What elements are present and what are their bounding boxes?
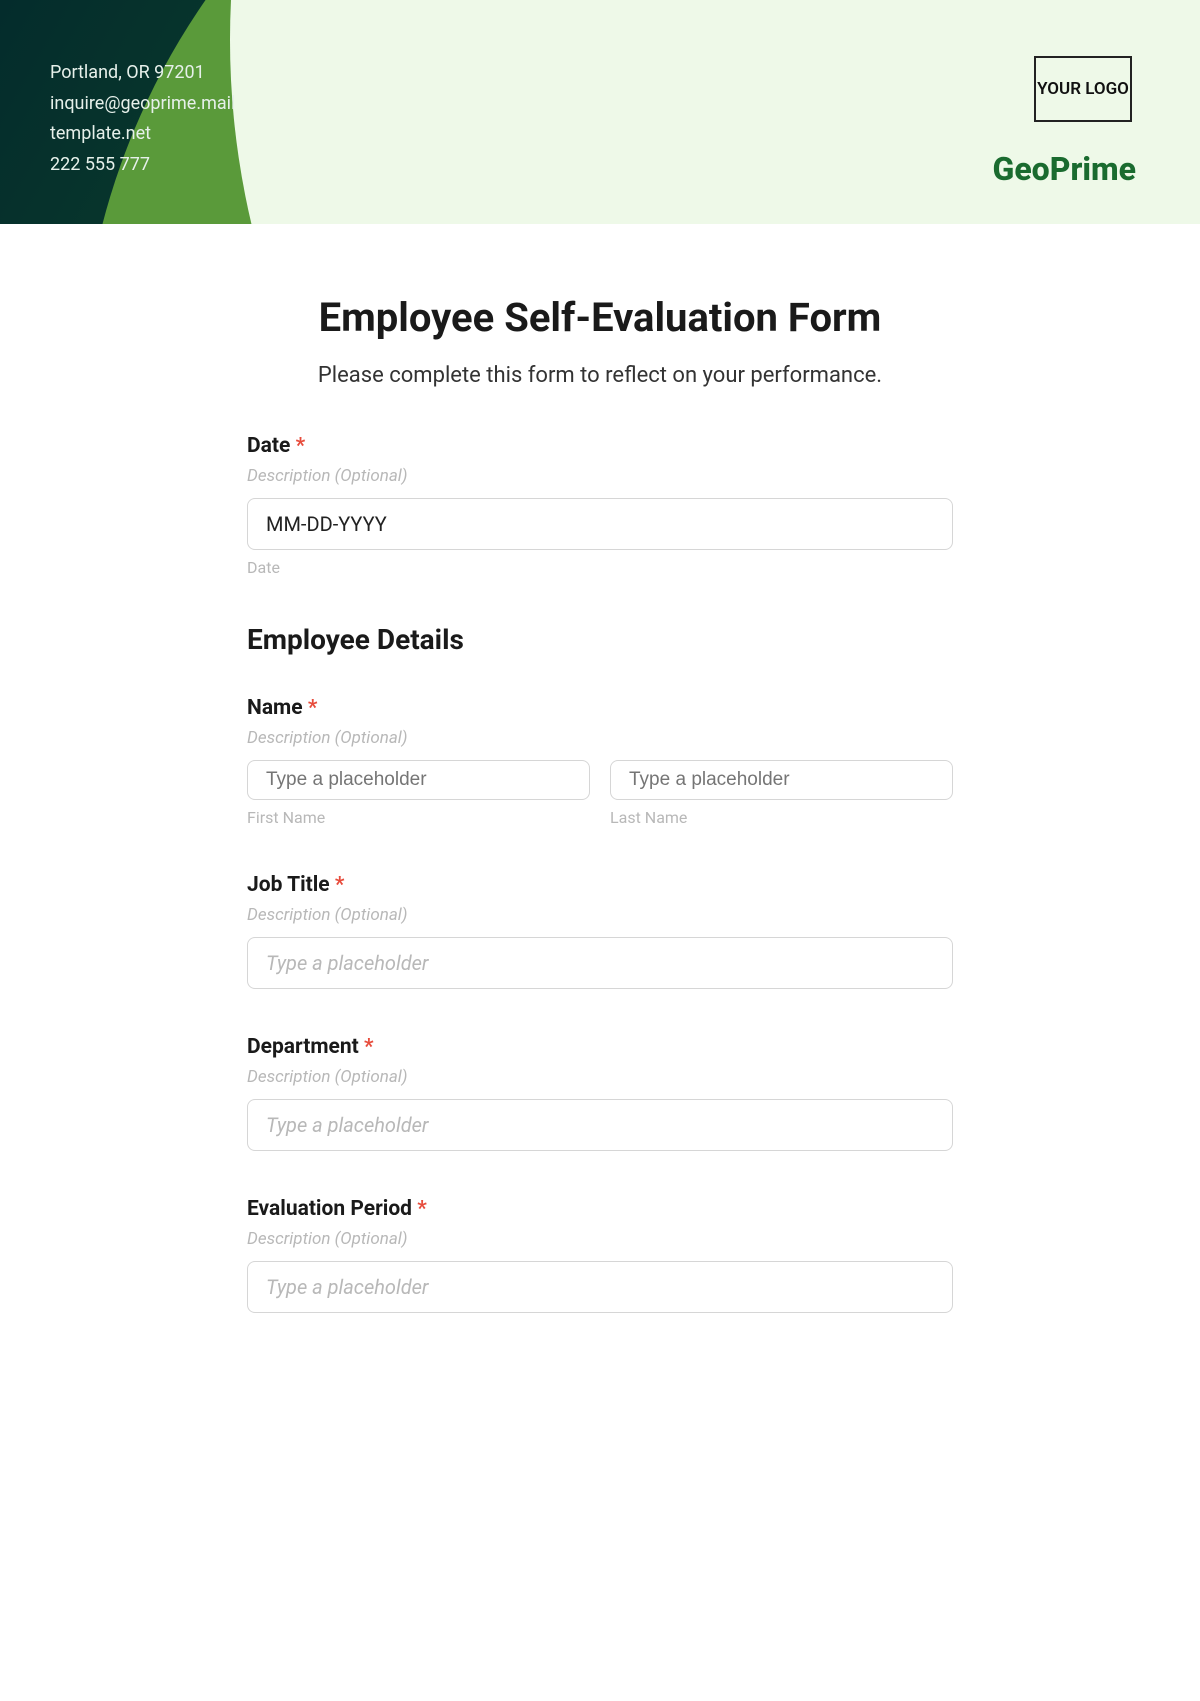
required-indicator: * bbox=[308, 696, 318, 720]
first-name-sublabel: First Name bbox=[247, 808, 590, 827]
field-evaluation-period: Evaluation Period * Description (Optiona… bbox=[247, 1197, 953, 1313]
contact-address: Portland, OR 97201 bbox=[50, 58, 235, 89]
department-label: Department * bbox=[247, 1035, 953, 1059]
name-description[interactable]: Description (Optional) bbox=[247, 728, 953, 748]
form-subtitle: Please complete this form to reflect on … bbox=[247, 363, 953, 388]
last-name-sublabel: Last Name bbox=[610, 808, 953, 827]
contact-email: inquire@geoprime.mail bbox=[50, 89, 235, 120]
job-title-label: Job Title * bbox=[247, 873, 953, 897]
form-title: Employee Self-Evaluation Form bbox=[247, 294, 953, 341]
required-indicator: * bbox=[417, 1197, 427, 1221]
contact-phone: 222 555 777 bbox=[50, 150, 235, 181]
evaluation-period-description[interactable]: Description (Optional) bbox=[247, 1229, 953, 1249]
date-label: Date * bbox=[247, 434, 953, 458]
date-sublabel: Date bbox=[247, 558, 953, 577]
contact-website: template.net bbox=[50, 119, 235, 150]
last-name-input[interactable] bbox=[610, 760, 953, 800]
section-employee-details: Employee Details bbox=[247, 623, 953, 656]
evaluation-period-input[interactable] bbox=[247, 1261, 953, 1313]
date-description[interactable]: Description (Optional) bbox=[247, 466, 953, 486]
required-indicator: * bbox=[364, 1035, 374, 1059]
evaluation-period-label: Evaluation Period * bbox=[247, 1197, 953, 1221]
required-indicator: * bbox=[296, 434, 306, 458]
field-job-title: Job Title * Description (Optional) bbox=[247, 873, 953, 989]
name-label: Name * bbox=[247, 696, 953, 720]
field-department: Department * Description (Optional) bbox=[247, 1035, 953, 1151]
required-indicator: * bbox=[335, 873, 345, 897]
first-name-input[interactable] bbox=[247, 760, 590, 800]
department-input[interactable] bbox=[247, 1099, 953, 1151]
logo-placeholder: YOUR LOGO bbox=[1034, 56, 1132, 122]
job-title-input[interactable] bbox=[247, 937, 953, 989]
date-input[interactable] bbox=[247, 498, 953, 550]
contact-block: Portland, OR 97201 inquire@geoprime.mail… bbox=[50, 58, 235, 180]
department-description[interactable]: Description (Optional) bbox=[247, 1067, 953, 1087]
job-title-description[interactable]: Description (Optional) bbox=[247, 905, 953, 925]
field-date: Date * Description (Optional) Date bbox=[247, 434, 953, 577]
document-header: Portland, OR 97201 inquire@geoprime.mail… bbox=[0, 0, 1200, 224]
field-name: Name * Description (Optional) First Name… bbox=[247, 696, 953, 827]
brand-name: GeoPrime bbox=[993, 150, 1137, 188]
form-container: Employee Self-Evaluation Form Please com… bbox=[187, 294, 1013, 1399]
